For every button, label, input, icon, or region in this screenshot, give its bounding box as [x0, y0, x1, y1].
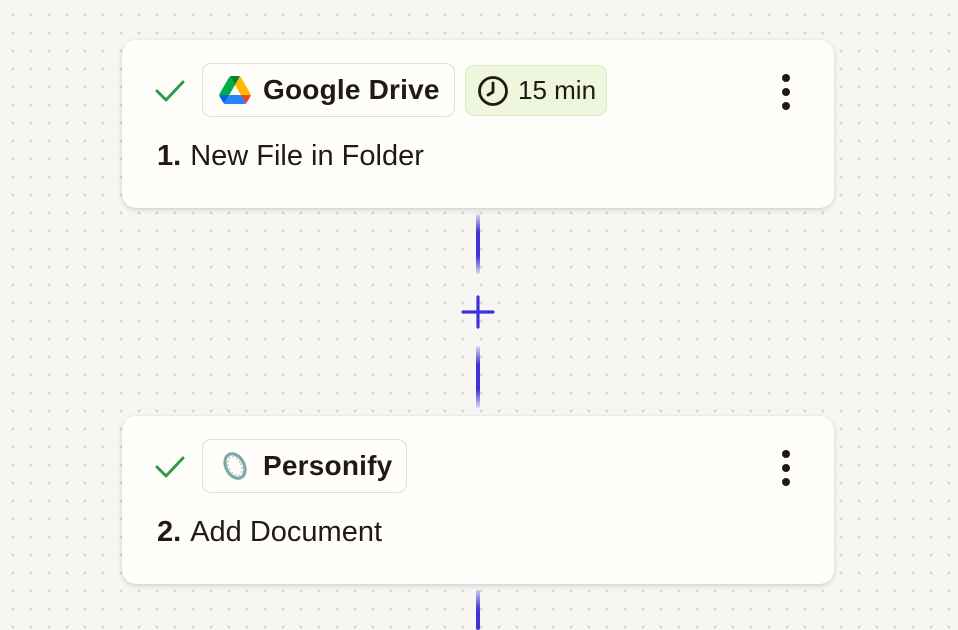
- google-drive-icon: [219, 76, 251, 104]
- step-event: Add Document: [190, 516, 383, 548]
- add-step-button[interactable]: [460, 294, 496, 330]
- step-event: New File in Folder: [190, 140, 424, 172]
- poll-interval-badge[interactable]: 15 min: [465, 65, 608, 116]
- step-card-2[interactable]: Personify 2. Add Document: [122, 416, 834, 584]
- app-chip-personify[interactable]: Personify: [202, 439, 408, 493]
- more-vertical-icon: [782, 74, 790, 82]
- poll-interval-label: 15 min: [518, 75, 597, 105]
- step-number: 2.: [157, 516, 182, 548]
- app-name: Personify: [263, 450, 393, 481]
- step-card-1[interactable]: Google Drive 15 min 1. New File in Folder: [122, 40, 834, 208]
- step-title: 1. New File in Folder: [157, 140, 424, 173]
- plus-icon: [461, 295, 495, 329]
- check-icon: [155, 456, 185, 478]
- step-menu-button[interactable]: [772, 70, 800, 114]
- clock-icon: [478, 75, 508, 106]
- step-title: 2. Add Document: [157, 516, 382, 549]
- step-number: 1.: [157, 140, 182, 172]
- connector-line: [476, 590, 480, 630]
- check-icon: [155, 80, 185, 102]
- personify-icon: [219, 452, 251, 480]
- app-name: Google Drive: [263, 74, 440, 105]
- connector-line: [476, 346, 480, 408]
- app-chip-google-drive[interactable]: Google Drive: [202, 63, 455, 117]
- step-menu-button[interactable]: [772, 446, 800, 490]
- connector-line: [476, 214, 480, 274]
- more-vertical-icon: [782, 450, 790, 458]
